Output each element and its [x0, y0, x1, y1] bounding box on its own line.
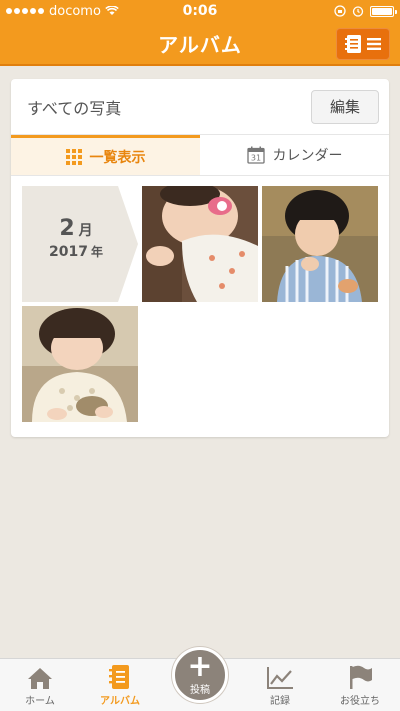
tabbar-useful-label: お役立ち	[340, 696, 380, 707]
flag-icon	[350, 665, 372, 689]
month-header-tile: 2月 2017 年	[22, 186, 138, 302]
photo-thumbnail[interactable]	[22, 306, 138, 422]
tabbar-record-label: 記録	[270, 696, 290, 707]
month-label: 2月	[22, 216, 130, 241]
plus-icon: +	[187, 648, 213, 684]
chart-icon	[267, 667, 293, 689]
post-button[interactable]: + 投稿	[172, 647, 228, 703]
year-label: 2017 年	[22, 243, 130, 260]
tabbar-home-label: ホーム	[25, 696, 55, 707]
battery-icon	[370, 5, 397, 17]
grid-icon	[65, 148, 82, 165]
list-lines-icon	[367, 38, 381, 50]
tabbar-home[interactable]: ホーム	[0, 659, 80, 711]
signal-strength-icon	[6, 8, 44, 14]
tab-calendar-label: カレンダー	[272, 148, 343, 164]
album-menu-button[interactable]	[336, 28, 390, 60]
album-icon	[109, 665, 129, 689]
year-unit: 年	[90, 245, 103, 259]
orientation-lock-icon	[334, 5, 346, 17]
post-button-label: 投稿	[190, 684, 210, 696]
tab-list-view[interactable]: 一覧表示	[11, 135, 200, 175]
status-bar: docomo 0:06	[0, 0, 400, 22]
tabbar-record[interactable]: 記録	[240, 659, 320, 711]
page-title: アルバム	[158, 32, 242, 57]
edit-button[interactable]: 編集	[311, 89, 379, 124]
month-unit: 月	[78, 223, 93, 239]
album-card-header: すべての写真 編集	[11, 79, 389, 134]
photo-thumbnail[interactable]	[142, 186, 258, 302]
album-card: すべての写真 編集 一覧表示 31 カレンダー 2 月 2017 年	[11, 79, 389, 437]
home-icon	[28, 668, 52, 689]
album-list-icon	[345, 35, 361, 53]
photo-grid: 2月 2017 年	[11, 176, 389, 436]
carrier-name: docomo	[49, 3, 101, 19]
photo-baby-with-pacifier	[142, 186, 258, 302]
tabbar-album-label: アルバム	[100, 696, 140, 707]
calendar-icon: 31	[246, 146, 265, 164]
album-filter-title: すべての写真	[27, 98, 122, 118]
wifi-icon	[105, 6, 119, 15]
photo-toddler-cream-sweater	[22, 306, 138, 422]
month-number: 2	[59, 216, 75, 241]
photo-thumbnail[interactable]	[262, 186, 378, 302]
photo-girl-striped-shirt	[262, 186, 378, 302]
tab-calendar[interactable]: 31 カレンダー	[200, 135, 389, 175]
year-number: 2017	[49, 244, 88, 260]
calendar-icon-day: 31	[250, 154, 260, 163]
view-tabs: 一覧表示 31 カレンダー	[11, 134, 389, 176]
alarm-icon	[352, 6, 364, 17]
tab-list-view-label: 一覧表示	[89, 149, 146, 166]
tabbar-album[interactable]: アルバム	[80, 659, 160, 711]
tabbar-useful[interactable]: お役立ち	[320, 659, 400, 711]
nav-bar: アルバム	[0, 22, 400, 66]
